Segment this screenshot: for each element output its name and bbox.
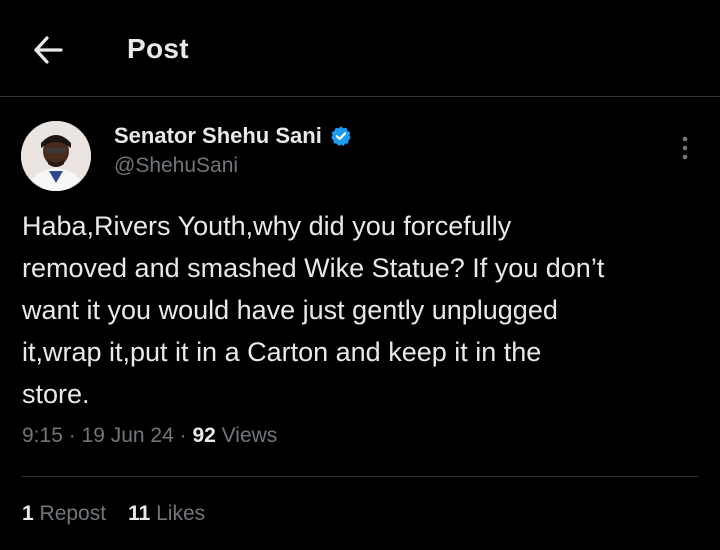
divider xyxy=(22,476,698,477)
views-label: Views xyxy=(215,424,278,447)
back-button[interactable] xyxy=(28,30,68,70)
likes-count: 11 xyxy=(128,502,151,525)
author-name-row: Senator Shehu Sani xyxy=(114,123,352,149)
post-date[interactable]: 19 Jun 24 xyxy=(82,424,174,447)
page-title: Post xyxy=(127,33,189,64)
author-handle[interactable]: @ShehuSani xyxy=(114,154,238,178)
engagement-stats: 1 Repost 11 Likes xyxy=(22,502,205,526)
more-vertical-icon xyxy=(682,136,688,160)
post-text: Haba,Rivers Youth,why did you forcefully… xyxy=(22,211,605,409)
meta-separator: · xyxy=(173,424,193,447)
likes-label: Likes xyxy=(150,502,206,525)
more-options-button[interactable] xyxy=(670,133,700,163)
top-bar: Post xyxy=(0,0,720,97)
likes-stat[interactable]: 11 Likes xyxy=(128,502,205,525)
views-count: 92 xyxy=(192,424,216,447)
avatar[interactable] xyxy=(21,121,91,191)
meta-separator: · xyxy=(62,424,82,447)
verified-badge-icon xyxy=(331,126,351,146)
reposts-label: Repost xyxy=(33,502,107,525)
author-avatar-photo xyxy=(21,121,91,191)
post-meta: 9:15 · 19 Jun 24 · 92 Views xyxy=(22,424,277,448)
reposts-count: 1 xyxy=(22,502,34,525)
arrow-left-icon xyxy=(34,36,63,64)
reposts-stat[interactable]: 1 Repost xyxy=(22,502,106,525)
author-display-name[interactable]: Senator Shehu Sani xyxy=(114,123,322,149)
post-time[interactable]: 9:15 xyxy=(22,424,63,447)
